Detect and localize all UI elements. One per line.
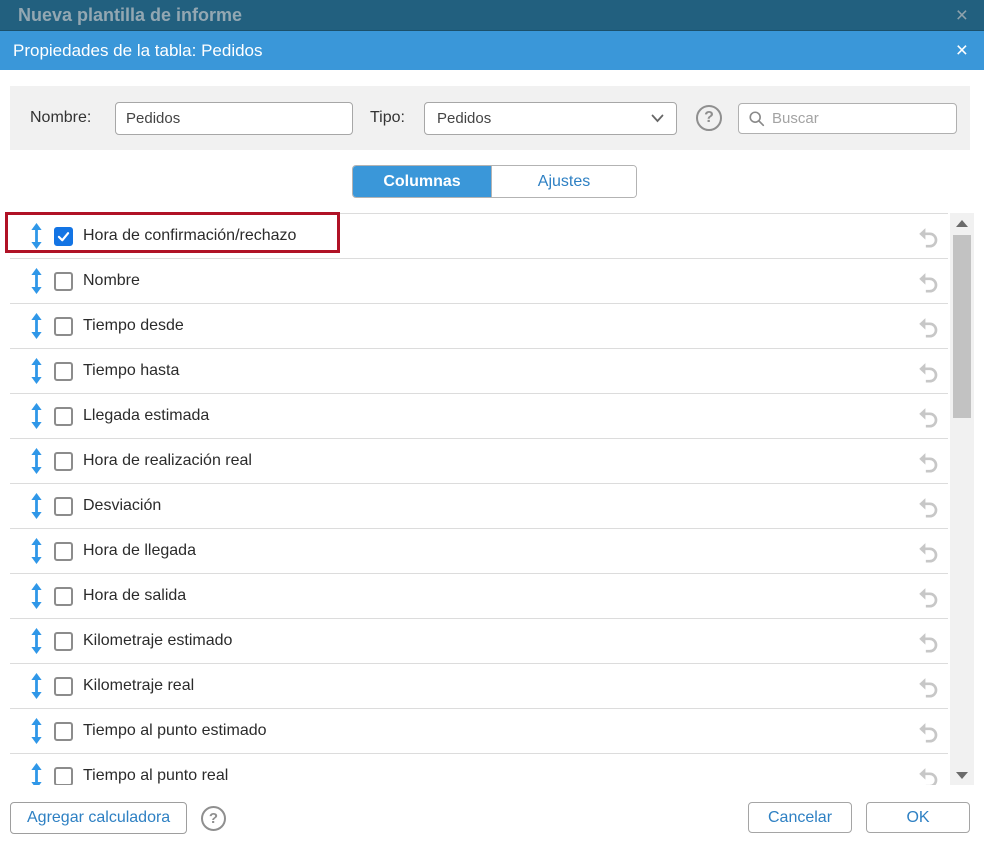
column-row: Hora de llegada: [10, 529, 948, 574]
undo-icon[interactable]: [917, 450, 940, 473]
undo-icon[interactable]: [917, 270, 940, 293]
undo-icon[interactable]: [917, 675, 940, 698]
column-label: Llegada estimada: [83, 407, 209, 425]
columns-list: Hora de confirmación/rechazo Nombre: [10, 213, 948, 785]
name-label: Nombre:: [30, 109, 91, 127]
column-row: Tiempo hasta: [10, 349, 948, 394]
column-row: Tiempo al punto real: [10, 754, 948, 785]
dialog-close-icon[interactable]: ×: [956, 40, 968, 61]
column-row: Kilometraje estimado: [10, 619, 948, 664]
column-row: Desviación: [10, 484, 948, 529]
column-label: Tiempo al punto real: [83, 767, 228, 785]
drag-handle-icon[interactable]: [30, 718, 43, 744]
cancel-button[interactable]: Cancelar: [748, 802, 852, 833]
column-checkbox[interactable]: [54, 767, 73, 786]
drag-handle-icon[interactable]: [30, 268, 43, 294]
column-row: Nombre: [10, 259, 948, 304]
drag-handle-icon[interactable]: [30, 628, 43, 654]
column-label: Hora de realización real: [83, 452, 252, 470]
column-row: Hora de realización real: [10, 439, 948, 484]
drag-handle-icon[interactable]: [30, 673, 43, 699]
scroll-down-button[interactable]: [950, 765, 974, 785]
dialog-title: Propiedades de la tabla: Pedidos: [13, 41, 263, 61]
scroll-up-button[interactable]: [950, 213, 974, 233]
undo-icon[interactable]: [917, 225, 940, 248]
tab-ajustes[interactable]: Ajustes: [491, 166, 636, 197]
column-label: Tiempo hasta: [83, 362, 179, 380]
search-icon: [748, 110, 766, 128]
type-label: Tipo:: [370, 109, 405, 127]
column-label: Kilometraje estimado: [83, 632, 232, 650]
column-label: Hora de llegada: [83, 542, 196, 560]
column-label: Desviación: [83, 497, 161, 515]
column-checkbox[interactable]: [54, 272, 73, 291]
undo-icon[interactable]: [917, 630, 940, 653]
tab-columnas[interactable]: Columnas: [353, 166, 491, 197]
drag-handle-icon[interactable]: [30, 358, 43, 384]
window-title: Nueva plantilla de informe: [18, 5, 242, 26]
column-label: Hora de confirmación/rechazo: [83, 227, 296, 245]
add-calculator-button[interactable]: Agregar calculadora: [10, 802, 187, 834]
undo-icon[interactable]: [917, 540, 940, 563]
undo-icon[interactable]: [917, 720, 940, 743]
column-checkbox[interactable]: [54, 587, 73, 606]
column-row: Hora de confirmación/rechazo: [10, 214, 948, 259]
drag-handle-icon[interactable]: [30, 538, 43, 564]
triangle-up-icon: [956, 220, 968, 227]
column-row: Llegada estimada: [10, 394, 948, 439]
drag-handle-icon[interactable]: [30, 448, 43, 474]
help-icon[interactable]: ?: [696, 105, 722, 131]
column-row: Tiempo desde: [10, 304, 948, 349]
column-label: Hora de salida: [83, 587, 186, 605]
scrollbar-thumb[interactable]: [953, 235, 971, 418]
search-input[interactable]: [772, 110, 956, 127]
window-titlebar: Nueva plantilla de informe ×: [0, 0, 984, 31]
column-label: Nombre: [83, 272, 140, 290]
column-checkbox[interactable]: [54, 632, 73, 651]
column-label: Kilometraje real: [83, 677, 194, 695]
column-row: Kilometraje real: [10, 664, 948, 709]
type-select-value: Pedidos: [437, 110, 491, 127]
column-checkbox[interactable]: [54, 497, 73, 516]
scrollbar[interactable]: [950, 213, 974, 785]
type-select[interactable]: Pedidos: [424, 102, 677, 135]
undo-icon[interactable]: [917, 765, 940, 786]
column-checkbox[interactable]: [54, 407, 73, 426]
drag-handle-icon[interactable]: [30, 493, 43, 519]
column-row: Tiempo al punto estimado: [10, 709, 948, 754]
undo-icon[interactable]: [917, 495, 940, 518]
column-checkbox[interactable]: [54, 677, 73, 696]
drag-handle-icon[interactable]: [30, 313, 43, 339]
search-box[interactable]: [738, 103, 957, 134]
ok-button[interactable]: OK: [866, 802, 970, 833]
triangle-down-icon: [956, 772, 968, 779]
column-checkbox[interactable]: [54, 317, 73, 336]
drag-handle-icon[interactable]: [30, 583, 43, 609]
dialog-header: Propiedades de la tabla: Pedidos ×: [0, 31, 984, 70]
column-checkbox[interactable]: [54, 452, 73, 471]
help-icon-footer[interactable]: ?: [201, 806, 226, 831]
undo-icon[interactable]: [917, 360, 940, 383]
form-bar: Nombre: Tipo: Pedidos ?: [10, 86, 970, 150]
undo-icon[interactable]: [917, 585, 940, 608]
column-checkbox[interactable]: [54, 227, 73, 246]
column-label: Tiempo desde: [83, 317, 184, 335]
column-label: Tiempo al punto estimado: [83, 722, 267, 740]
undo-icon[interactable]: [917, 315, 940, 338]
drag-handle-icon[interactable]: [30, 763, 43, 785]
column-row: Hora de salida: [10, 574, 948, 619]
column-checkbox[interactable]: [54, 722, 73, 741]
window-close-icon[interactable]: ×: [956, 5, 968, 26]
tab-group: Columnas Ajustes: [352, 165, 637, 198]
column-checkbox[interactable]: [54, 362, 73, 381]
drag-handle-icon[interactable]: [30, 223, 43, 249]
undo-icon[interactable]: [917, 405, 940, 428]
chevron-down-icon: [651, 114, 664, 123]
column-checkbox[interactable]: [54, 542, 73, 561]
drag-handle-icon[interactable]: [30, 403, 43, 429]
name-input[interactable]: [115, 102, 353, 135]
